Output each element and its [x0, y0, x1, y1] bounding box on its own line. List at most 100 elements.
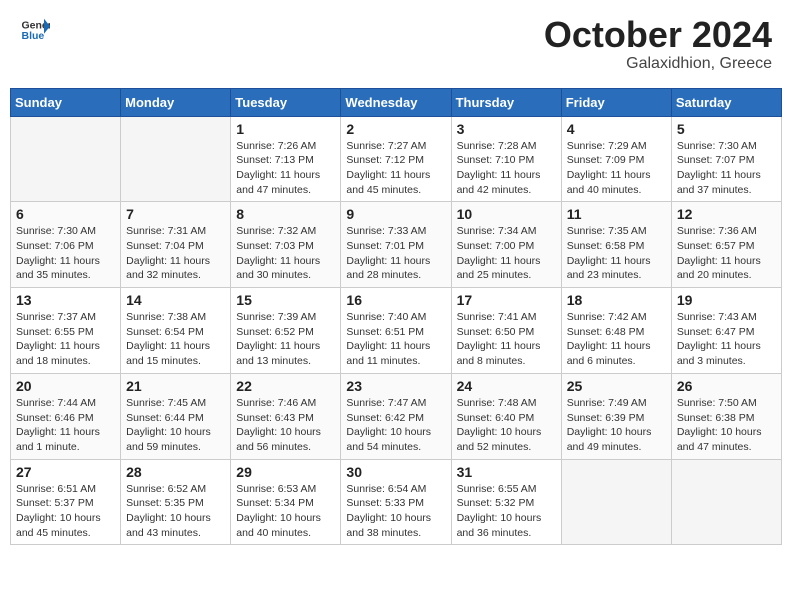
day-info: Sunrise: 7:35 AMSunset: 6:58 PMDaylight:…	[567, 224, 666, 283]
calendar-cell: 5 Sunrise: 7:30 AMSunset: 7:07 PMDaylight…	[671, 116, 781, 202]
day-info: Sunrise: 7:30 AMSunset: 7:07 PMDaylight:…	[677, 139, 776, 198]
day-number: 20	[16, 378, 115, 394]
calendar-cell: 17 Sunrise: 7:41 AMSunset: 6:50 PMDayligh…	[451, 288, 561, 374]
day-number: 13	[16, 292, 115, 308]
calendar-cell: 20 Sunrise: 7:44 AMSunset: 6:46 PMDayligh…	[11, 373, 121, 459]
calendar-cell: 23 Sunrise: 7:47 AMSunset: 6:42 PMDayligh…	[341, 373, 451, 459]
day-info: Sunrise: 7:34 AMSunset: 7:00 PMDaylight:…	[457, 224, 556, 283]
calendar-cell: 16 Sunrise: 7:40 AMSunset: 6:51 PMDayligh…	[341, 288, 451, 374]
calendar-cell: 25 Sunrise: 7:49 AMSunset: 6:39 PMDayligh…	[561, 373, 671, 459]
day-info: Sunrise: 7:50 AMSunset: 6:38 PMDaylight:…	[677, 396, 776, 455]
calendar-week-row: 27Sunrise: 6:51 AMSunset: 5:37 PMDayligh…	[11, 459, 782, 545]
calendar-cell: 22 Sunrise: 7:46 AMSunset: 6:43 PMDayligh…	[231, 373, 341, 459]
calendar-cell	[121, 116, 231, 202]
calendar-cell: 10 Sunrise: 7:34 AMSunset: 7:00 PMDayligh…	[451, 202, 561, 288]
day-info: Sunrise: 7:30 AMSunset: 7:06 PMDaylight:…	[16, 224, 115, 283]
day-number: 10	[457, 206, 556, 222]
calendar-week-row: 1Sunrise: 7:26 AMSunset: 7:13 PMDaylight…	[11, 116, 782, 202]
calendar-cell	[561, 459, 671, 545]
calendar-cell: 19Sunrise: 7:43 AMSunset: 6:47 PMDayligh…	[671, 288, 781, 374]
calendar-cell: 24 Sunrise: 7:48 AMSunset: 6:40 PMDayligh…	[451, 373, 561, 459]
weekday-header-monday: Monday	[121, 88, 231, 116]
day-info: Sunrise: 7:47 AMSunset: 6:42 PMDaylight:…	[346, 396, 445, 455]
day-number: 28	[126, 464, 225, 480]
day-number: 26	[677, 378, 776, 394]
location-title: Galaxidhion, Greece	[544, 55, 772, 73]
calendar-cell: 6 Sunrise: 7:30 AMSunset: 7:06 PMDaylight…	[11, 202, 121, 288]
day-info: Sunrise: 7:27 AMSunset: 7:12 PMDaylight:…	[346, 139, 445, 198]
calendar-cell: 4 Sunrise: 7:29 AMSunset: 7:09 PMDaylight…	[561, 116, 671, 202]
day-number: 6	[16, 206, 115, 222]
day-number: 9	[346, 206, 445, 222]
day-info: Sunrise: 7:42 AMSunset: 6:48 PMDaylight:…	[567, 310, 666, 369]
day-info: Sunrise: 7:39 AMSunset: 6:52 PMDaylight:…	[236, 310, 335, 369]
day-info: Sunrise: 7:45 AMSunset: 6:44 PMDaylight:…	[126, 396, 225, 455]
calendar-cell: 14Sunrise: 7:38 AMSunset: 6:54 PMDayligh…	[121, 288, 231, 374]
calendar-cell: 2 Sunrise: 7:27 AMSunset: 7:12 PMDaylight…	[341, 116, 451, 202]
day-info: Sunrise: 7:41 AMSunset: 6:50 PMDaylight:…	[457, 310, 556, 369]
calendar-cell: 30Sunrise: 6:54 AMSunset: 5:33 PMDayligh…	[341, 459, 451, 545]
day-info: Sunrise: 7:36 AMSunset: 6:57 PMDaylight:…	[677, 224, 776, 283]
day-number: 25	[567, 378, 666, 394]
day-number: 11	[567, 206, 666, 222]
day-number: 30	[346, 464, 445, 480]
calendar-cell: 15 Sunrise: 7:39 AMSunset: 6:52 PMDayligh…	[231, 288, 341, 374]
svg-text:Blue: Blue	[22, 30, 45, 42]
page-header: General Blue October 2024 Galaxidhion, G…	[10, 10, 782, 78]
day-number: 15	[236, 292, 335, 308]
day-number: 14	[126, 292, 225, 308]
day-info: Sunrise: 7:32 AMSunset: 7:03 PMDaylight:…	[236, 224, 335, 283]
calendar-cell: 13 Sunrise: 7:37 AMSunset: 6:55 PMDayligh…	[11, 288, 121, 374]
day-info: Sunrise: 7:48 AMSunset: 6:40 PMDaylight:…	[457, 396, 556, 455]
day-number: 21	[126, 378, 225, 394]
day-info: Sunrise: 7:29 AMSunset: 7:09 PMDaylight:…	[567, 139, 666, 198]
day-number: 12	[677, 206, 776, 222]
title-block: October 2024 Galaxidhion, Greece	[544, 15, 772, 73]
calendar-cell: 29 Sunrise: 6:53 AMSunset: 5:34 PMDayligh…	[231, 459, 341, 545]
day-info: Sunrise: 7:40 AMSunset: 6:51 PMDaylight:…	[346, 310, 445, 369]
day-number: 16	[346, 292, 445, 308]
day-number: 18	[567, 292, 666, 308]
day-info: Sunrise: 7:44 AMSunset: 6:46 PMDaylight:…	[16, 396, 115, 455]
calendar-cell: 11 Sunrise: 7:35 AMSunset: 6:58 PMDayligh…	[561, 202, 671, 288]
day-info: Sunrise: 7:28 AMSunset: 7:10 PMDaylight:…	[457, 139, 556, 198]
calendar-cell: 7Sunrise: 7:31 AMSunset: 7:04 PMDaylight…	[121, 202, 231, 288]
calendar-cell: 12 Sunrise: 7:36 AMSunset: 6:57 PMDayligh…	[671, 202, 781, 288]
calendar-week-row: 20 Sunrise: 7:44 AMSunset: 6:46 PMDayligh…	[11, 373, 782, 459]
calendar-cell: 9 Sunrise: 7:33 AMSunset: 7:01 PMDaylight…	[341, 202, 451, 288]
day-number: 23	[346, 378, 445, 394]
day-number: 22	[236, 378, 335, 394]
day-info: Sunrise: 7:46 AMSunset: 6:43 PMDaylight:…	[236, 396, 335, 455]
day-number: 29	[236, 464, 335, 480]
weekday-header-friday: Friday	[561, 88, 671, 116]
calendar-table: SundayMondayTuesdayWednesdayThursdayFrid…	[10, 88, 782, 546]
weekday-header-thursday: Thursday	[451, 88, 561, 116]
logo-icon: General Blue	[20, 15, 50, 45]
day-info: Sunrise: 6:53 AMSunset: 5:34 PMDaylight:…	[236, 482, 335, 541]
weekday-header-tuesday: Tuesday	[231, 88, 341, 116]
day-number: 4	[567, 121, 666, 137]
calendar-cell: 31Sunrise: 6:55 AMSunset: 5:32 PMDayligh…	[451, 459, 561, 545]
weekday-header-sunday: Sunday	[11, 88, 121, 116]
calendar-cell: 21 Sunrise: 7:45 AMSunset: 6:44 PMDayligh…	[121, 373, 231, 459]
day-info: Sunrise: 7:26 AMSunset: 7:13 PMDaylight:…	[236, 139, 335, 198]
day-number: 3	[457, 121, 556, 137]
day-info: Sunrise: 7:49 AMSunset: 6:39 PMDaylight:…	[567, 396, 666, 455]
calendar-cell: 3 Sunrise: 7:28 AMSunset: 7:10 PMDaylight…	[451, 116, 561, 202]
day-info: Sunrise: 7:37 AMSunset: 6:55 PMDaylight:…	[16, 310, 115, 369]
calendar-cell: 27Sunrise: 6:51 AMSunset: 5:37 PMDayligh…	[11, 459, 121, 545]
calendar-cell: 28Sunrise: 6:52 AMSunset: 5:35 PMDayligh…	[121, 459, 231, 545]
calendar-week-row: 6 Sunrise: 7:30 AMSunset: 7:06 PMDaylight…	[11, 202, 782, 288]
day-number: 17	[457, 292, 556, 308]
day-info: Sunrise: 7:31 AMSunset: 7:04 PMDaylight:…	[126, 224, 225, 283]
day-number: 5	[677, 121, 776, 137]
calendar-cell: 26 Sunrise: 7:50 AMSunset: 6:38 PMDayligh…	[671, 373, 781, 459]
weekday-header-wednesday: Wednesday	[341, 88, 451, 116]
day-info: Sunrise: 6:51 AMSunset: 5:37 PMDaylight:…	[16, 482, 115, 541]
day-info: Sunrise: 7:33 AMSunset: 7:01 PMDaylight:…	[346, 224, 445, 283]
calendar-cell	[671, 459, 781, 545]
day-info: Sunrise: 7:43 AMSunset: 6:47 PMDaylight:…	[677, 310, 776, 369]
day-number: 24	[457, 378, 556, 394]
calendar-cell: 18 Sunrise: 7:42 AMSunset: 6:48 PMDayligh…	[561, 288, 671, 374]
day-number: 2	[346, 121, 445, 137]
